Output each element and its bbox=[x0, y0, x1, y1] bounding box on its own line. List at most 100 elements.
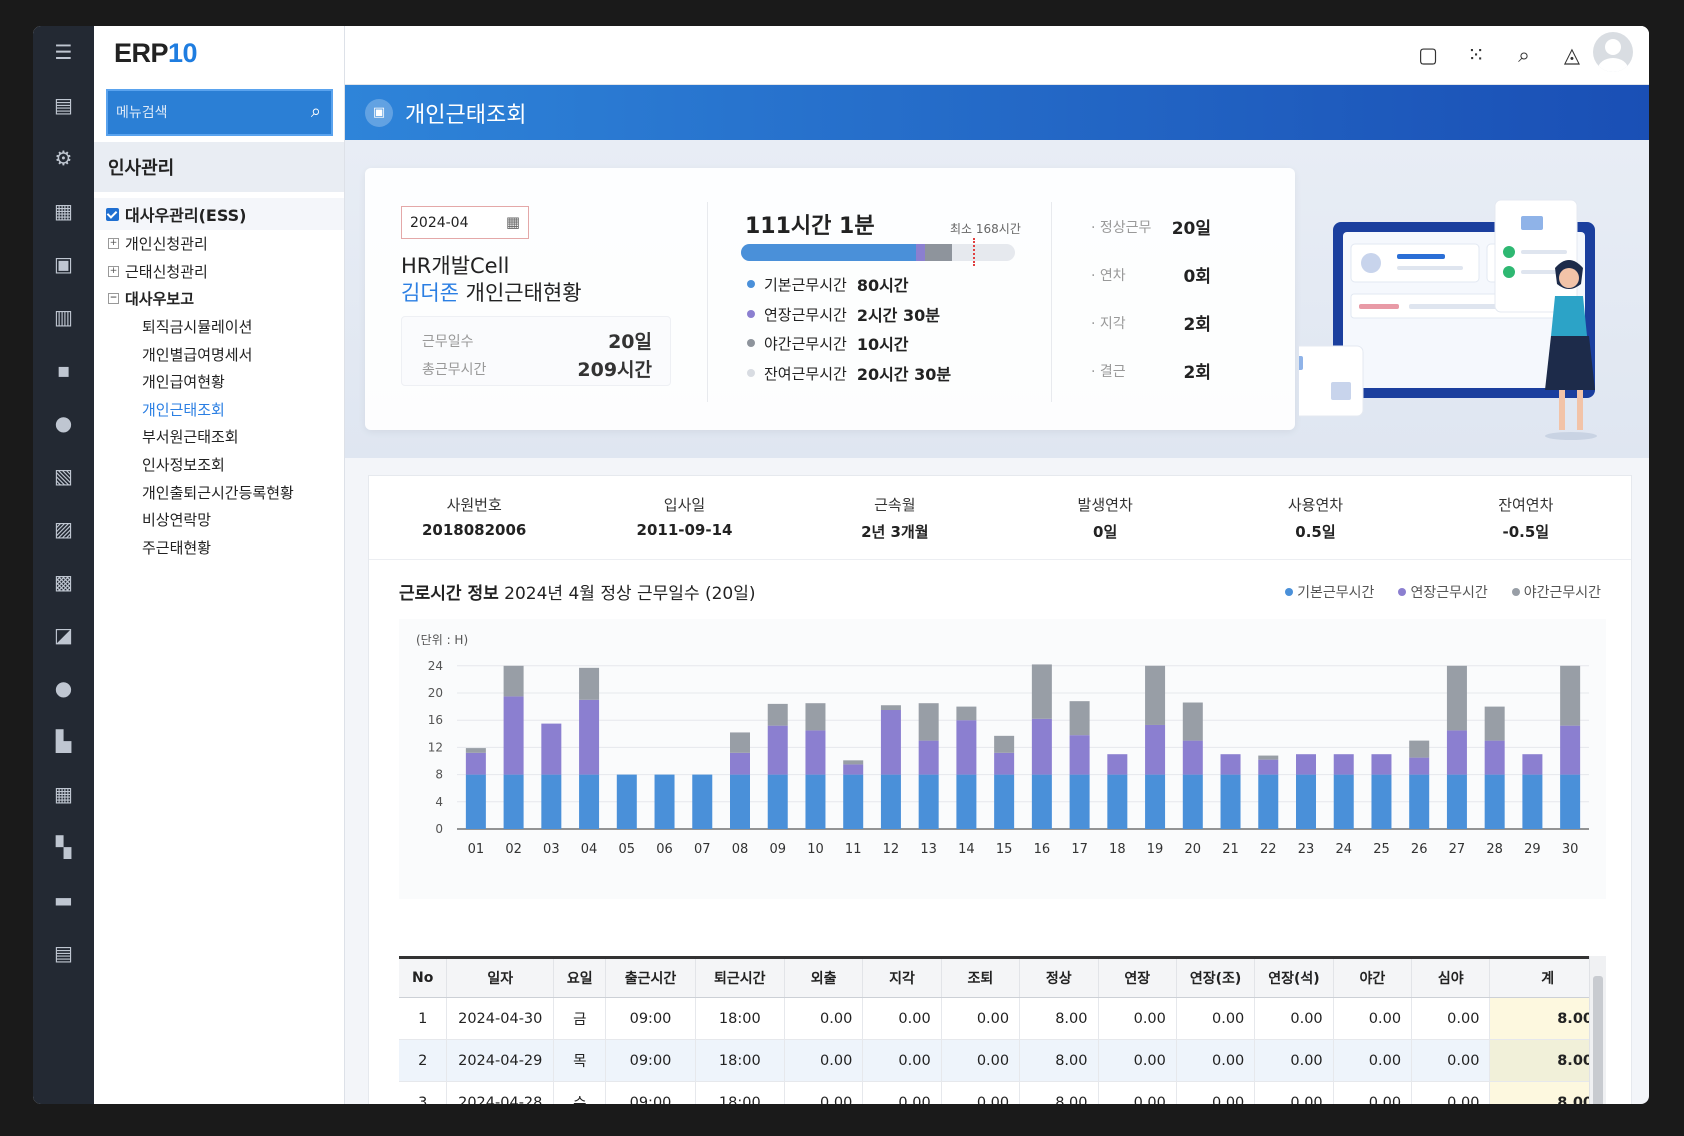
bar-segment bbox=[1409, 757, 1430, 775]
tree-item[interactable]: 퇴직금시뮬레이션 bbox=[94, 313, 344, 341]
table-cell: 18:00 bbox=[695, 1039, 785, 1082]
x-tick-label: 08 bbox=[732, 842, 749, 857]
calculator-icon[interactable]: ▣ bbox=[48, 248, 79, 279]
chart-legend-label: 연장근무시간 bbox=[1410, 585, 1488, 601]
x-tick-label: 23 bbox=[1298, 842, 1315, 857]
attendance-item: · 지각 2회 bbox=[1091, 310, 1211, 335]
tree-item-active[interactable]: 개인근태조회 bbox=[94, 396, 344, 424]
divider bbox=[1051, 202, 1052, 402]
bar-segment bbox=[1296, 774, 1316, 829]
column-header[interactable]: 야간 bbox=[1333, 956, 1413, 998]
app-logo[interactable]: ERP10 bbox=[114, 38, 198, 69]
attendance-label: · 결근 bbox=[1091, 363, 1126, 380]
column-header[interactable]: 퇴근시간 bbox=[695, 956, 785, 998]
table-cell: 1 bbox=[399, 997, 448, 1040]
truck-icon[interactable]: ▪ bbox=[48, 354, 79, 385]
chart-header-bold: 근로시간 정보 bbox=[399, 584, 499, 604]
column-header[interactable]: 외출 bbox=[784, 956, 864, 998]
column-header[interactable]: 지각 bbox=[862, 956, 942, 998]
tax-calculator-icon[interactable]: ◪ bbox=[48, 619, 79, 650]
building-settings-icon[interactable]: ▦ bbox=[48, 195, 79, 226]
x-tick-label: 01 bbox=[468, 842, 485, 857]
tree-item[interactable]: 부서원근태조회 bbox=[94, 423, 344, 451]
column-header[interactable]: 연장 bbox=[1098, 956, 1177, 998]
avatar[interactable] bbox=[1593, 32, 1633, 72]
expand-icon[interactable]: + bbox=[108, 238, 119, 250]
table-cell: 2024-04-30 bbox=[446, 997, 555, 1040]
column-header[interactable]: 요일 bbox=[553, 956, 607, 998]
checklist-icon[interactable]: ▤ bbox=[48, 89, 79, 120]
column-header[interactable]: 연장(석) bbox=[1254, 956, 1334, 998]
divider bbox=[707, 202, 708, 402]
legend-label: 기본근무시간 bbox=[764, 275, 847, 294]
money-bag-icon[interactable]: ● bbox=[48, 407, 79, 438]
tree-group[interactable]: + 근태신청관리 bbox=[94, 258, 344, 286]
buildings-icon[interactable]: ▨ bbox=[48, 513, 79, 544]
tree-item[interactable]: 비상연락망 bbox=[94, 506, 344, 534]
search-list-icon[interactable]: ⌕ bbox=[311, 101, 321, 122]
bar-segment bbox=[1522, 754, 1543, 775]
chart-legend-item: 야간근무시간 bbox=[1511, 582, 1601, 602]
work-hours-label: 총근무시간 bbox=[422, 361, 487, 378]
gear-icon[interactable]: ⚙ bbox=[48, 142, 79, 173]
x-tick-label: 03 bbox=[543, 842, 560, 857]
building-lock-icon[interactable]: ▤ bbox=[48, 937, 79, 968]
tree-root[interactable]: 대사우관리(ESS) bbox=[94, 198, 344, 230]
table-row[interactable]: 3 2024-04-28 수 09:00 18:00 0.00 0.00 0.00 8.00 0.… bbox=[399, 1081, 1606, 1104]
expand-icon[interactable]: + bbox=[108, 265, 119, 277]
info-label: 사용연차 bbox=[1287, 496, 1344, 514]
table-row[interactable]: 2 2024-04-29 목 09:00 18:00 0.00 0.00 0.00 8.00 0.… bbox=[399, 1039, 1606, 1082]
info-value: 0.5일 bbox=[1295, 523, 1336, 541]
tree-item[interactable]: 개인급여현황 bbox=[94, 368, 344, 396]
factory-icon[interactable]: ▙ bbox=[48, 725, 79, 756]
column-header[interactable]: No bbox=[399, 956, 448, 998]
tree-group[interactable]: + 개인신청관리 bbox=[94, 230, 344, 258]
gift-icon[interactable]: ▦ bbox=[48, 778, 79, 809]
column-header[interactable]: 연장(조) bbox=[1176, 956, 1256, 998]
document-settings-icon[interactable]: ▥ bbox=[48, 301, 79, 332]
bar-segment bbox=[918, 703, 939, 741]
detail-panel: 사원번호 2018082006 입사일 2011-09-14 근속월 2년 3개월 발… bbox=[368, 475, 1632, 1104]
tree-item[interactable]: 개인별급여명세서 bbox=[94, 340, 344, 368]
column-header[interactable]: 심야 bbox=[1411, 956, 1491, 998]
briefcase-icon[interactable]: ▬ bbox=[48, 884, 79, 915]
column-header[interactable]: 일자 bbox=[446, 956, 555, 998]
bar-segment bbox=[1484, 706, 1505, 741]
person-shirt bbox=[1551, 296, 1587, 336]
checkbox-icon[interactable] bbox=[106, 207, 119, 221]
bar-segment bbox=[843, 774, 864, 829]
month-picker[interactable]: 2024-04 ▦ bbox=[401, 206, 529, 239]
table-scrollbar[interactable] bbox=[1589, 956, 1606, 1104]
column-header[interactable]: 출근시간 bbox=[605, 956, 696, 998]
column-header[interactable]: 조퇴 bbox=[941, 956, 1021, 998]
store-icon[interactable]: ▩ bbox=[48, 566, 79, 597]
tree-group[interactable]: − 대사우보고 bbox=[94, 285, 344, 313]
bar-segment bbox=[1107, 754, 1128, 775]
bar-segment bbox=[1258, 755, 1279, 760]
apps-grid-icon[interactable]: ⁙ bbox=[1461, 40, 1491, 70]
scrollbar-thumb[interactable] bbox=[1593, 976, 1603, 1104]
menu-search-input[interactable] bbox=[116, 104, 291, 121]
table-row[interactable]: 1 2024-04-30 금 09:00 18:00 0.00 0.00 0.00 8.00 0.… bbox=[399, 997, 1606, 1040]
user-icon[interactable]: ● bbox=[48, 672, 79, 703]
bar-segment bbox=[1560, 774, 1581, 829]
bar-segment bbox=[1031, 774, 1052, 829]
tree-item[interactable]: 개인출퇴근시간등록현황 bbox=[94, 478, 344, 506]
bell-icon[interactable]: ◬ bbox=[1557, 40, 1587, 70]
report-icon[interactable]: ▧ bbox=[48, 460, 79, 491]
org-chart-icon[interactable]: ▚ bbox=[48, 831, 79, 862]
search-icon[interactable]: ⌕ bbox=[1509, 40, 1539, 70]
work-summary-box: 근무일수 20일 총근무시간 209시간 bbox=[401, 316, 671, 386]
table-cell: 목 bbox=[553, 1039, 607, 1082]
tree-item[interactable]: 인사정보조회 bbox=[94, 451, 344, 479]
collapse-icon[interactable]: − bbox=[108, 293, 119, 305]
help-monitor-icon[interactable]: ▢ bbox=[1413, 40, 1443, 70]
info-label: 근속월 bbox=[874, 496, 916, 514]
calendar-icon[interactable]: ▦ bbox=[506, 213, 520, 231]
tree-item[interactable]: 주근태현황 bbox=[94, 534, 344, 562]
progress-basic bbox=[741, 244, 917, 261]
table-cell: 0.00 bbox=[862, 1081, 942, 1104]
menu-toggle-icon[interactable]: ☰ bbox=[48, 36, 79, 67]
column-header[interactable]: 정상 bbox=[1019, 956, 1099, 998]
x-tick-label: 17 bbox=[1071, 842, 1088, 857]
